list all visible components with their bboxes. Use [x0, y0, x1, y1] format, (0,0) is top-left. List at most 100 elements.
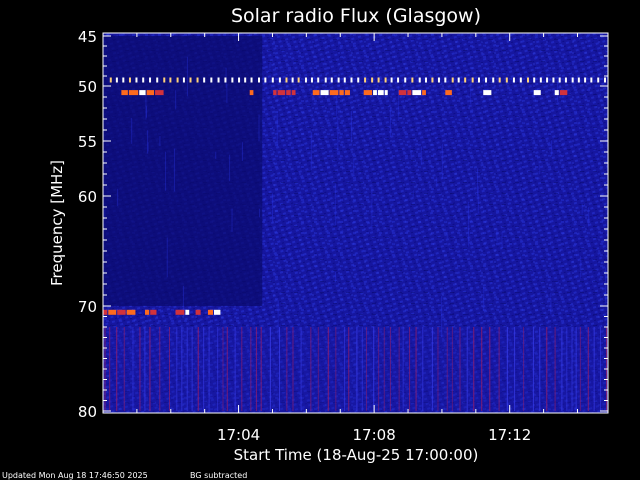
interference-dash — [519, 77, 522, 83]
interference-dash — [169, 77, 172, 83]
interference-dash — [176, 77, 179, 83]
interference-dash — [397, 77, 400, 83]
interference-dash — [539, 77, 542, 83]
interference-dash — [364, 77, 367, 83]
interference-dash — [258, 77, 261, 83]
interference-dash — [377, 90, 384, 96]
interference-dash — [584, 77, 587, 83]
interference-dash — [398, 90, 407, 96]
interference-dash — [238, 77, 241, 83]
interference-dash — [533, 77, 536, 83]
interference-dash — [291, 77, 294, 83]
interference-dash — [139, 90, 146, 96]
interference-dash — [437, 77, 440, 83]
interference-dash — [412, 90, 422, 96]
interference-dash — [213, 309, 221, 315]
interference-dash — [264, 77, 267, 83]
low-intensity-region — [103, 36, 263, 306]
plot-area — [103, 33, 608, 413]
interference-dash — [384, 90, 388, 96]
interference-dash — [250, 77, 253, 83]
interference-dash — [533, 90, 541, 96]
interference-dash — [142, 77, 145, 83]
interference-dash — [231, 77, 234, 83]
interference-dash — [464, 77, 467, 83]
interference-dash — [564, 77, 567, 83]
interference-dash — [424, 77, 427, 83]
interference-dash — [324, 77, 327, 83]
interference-dash — [128, 90, 139, 96]
interference-dash — [431, 77, 434, 83]
interference-dash — [185, 309, 190, 315]
y-tick-label: 50 — [78, 78, 97, 96]
interference-dash — [337, 77, 340, 83]
interference-dash — [477, 77, 480, 83]
interference-dash — [291, 90, 296, 96]
chart-title: Solar radio Flux (Glasgow) — [231, 5, 481, 27]
interference-dash — [175, 309, 185, 315]
interference-dash — [244, 77, 247, 83]
interference-dash — [404, 77, 407, 83]
interference-dash — [363, 90, 373, 96]
interference-dash — [512, 77, 515, 83]
interference-dash — [271, 77, 274, 83]
interference-dash — [128, 77, 131, 83]
interference-dash — [471, 77, 474, 83]
interference-dash — [310, 77, 313, 83]
interference-dash — [445, 90, 452, 96]
interference-dash — [505, 77, 508, 83]
interference-dash — [149, 77, 152, 83]
interference-dash — [603, 77, 606, 83]
interference-dash — [135, 77, 138, 83]
interference-dash — [577, 77, 580, 83]
interference-dash — [339, 90, 344, 96]
interference-dash — [373, 90, 377, 96]
spectrogram-chart: Solar radio Flux (Glasgow) 17:04 17:08 17:… — [2, 5, 609, 480]
interference-dash — [344, 90, 350, 96]
interference-dash — [109, 77, 112, 83]
interference-dash — [444, 77, 447, 83]
interference-dash — [126, 309, 136, 315]
interference-dash — [498, 77, 501, 83]
interference-dash — [115, 77, 118, 83]
interference-dash — [163, 77, 166, 83]
interference-dash — [554, 90, 559, 96]
interference-dash — [317, 77, 320, 83]
interference-dash — [483, 90, 492, 96]
interference-dash — [411, 77, 414, 83]
interference-dash — [146, 90, 155, 96]
interference-dash — [343, 77, 346, 83]
interference-dash — [418, 77, 421, 83]
interference-dash — [422, 90, 426, 96]
interference-dash — [189, 77, 192, 83]
interference-dash — [278, 77, 281, 83]
interference-dash — [224, 77, 227, 83]
interference-dash — [590, 77, 593, 83]
interference-dash — [492, 77, 495, 83]
interference-dash — [329, 90, 339, 96]
interference-dash — [390, 77, 393, 83]
interference-dash — [277, 90, 286, 96]
y-tick-label: 70 — [78, 298, 97, 316]
interference-dash — [196, 77, 199, 83]
interference-dash — [457, 77, 460, 83]
interference-dash — [377, 77, 380, 83]
interference-dash — [527, 77, 530, 83]
interference-dash — [117, 309, 126, 315]
interference-dash — [273, 90, 277, 96]
interference-dash — [558, 77, 561, 83]
footer-processing: BG subtracted — [190, 471, 247, 480]
interference-dash — [559, 90, 568, 96]
interference-dash — [182, 77, 185, 83]
interference-dash — [285, 77, 288, 83]
y-tick-label: 45 — [78, 28, 97, 46]
striation-band — [103, 327, 608, 411]
interference-dash — [320, 90, 329, 96]
interference-dash — [121, 90, 128, 96]
interference-dash — [210, 77, 213, 83]
interference-dash — [546, 77, 549, 83]
interference-dash — [249, 90, 254, 96]
interference-dash — [350, 77, 353, 83]
interference-dash — [207, 309, 213, 315]
interference-dash — [571, 77, 574, 83]
